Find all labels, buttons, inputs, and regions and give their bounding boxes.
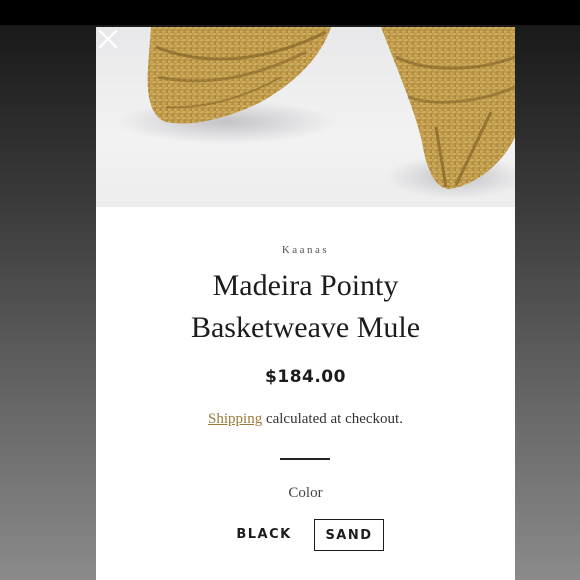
- product-title-line-1: Madeira Pointy: [212, 269, 399, 302]
- product-price: $184.00: [265, 367, 346, 387]
- product-vendor[interactable]: Kaanas: [96, 244, 515, 256]
- close-icon[interactable]: [96, 27, 120, 51]
- product-quick-view-modal: Kaanas Madeira Pointy Basketweave Mule $…: [96, 27, 515, 580]
- shipping-text: calculated at checkout.: [262, 411, 403, 427]
- shoe-photo: [116, 27, 515, 199]
- product-title-line-2: Basketweave Mule: [190, 311, 421, 344]
- color-option-black[interactable]: BLACK: [224, 519, 304, 551]
- product-image: [96, 27, 515, 207]
- shipping-note: Shipping calculated at checkout.: [96, 411, 515, 428]
- divider: [280, 458, 330, 460]
- shipping-link[interactable]: Shipping: [208, 411, 262, 427]
- top-bar: [0, 0, 580, 25]
- color-option-sand[interactable]: SAND: [314, 519, 384, 551]
- product-title: Madeira Pointy Basketweave Mule: [96, 265, 515, 349]
- color-option-label: Color: [288, 485, 323, 501]
